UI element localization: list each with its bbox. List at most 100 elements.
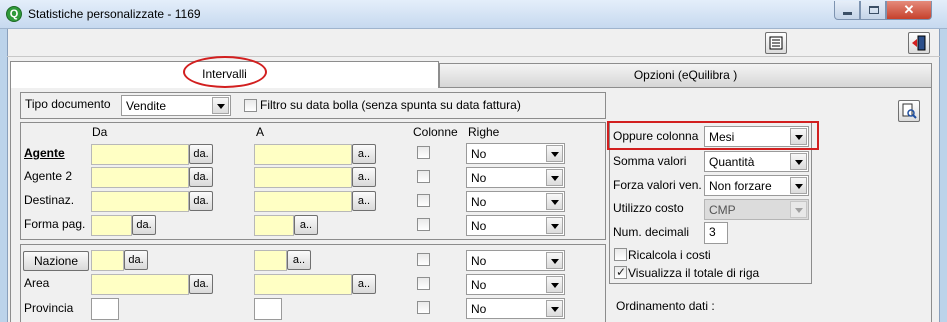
chevron-down-icon xyxy=(212,97,229,114)
destinaz-colonne-checkbox[interactable] xyxy=(417,194,430,207)
nazione-da-button[interactable]: da. xyxy=(124,250,148,270)
app-icon: Q xyxy=(6,6,22,22)
nazione-righe-value: No xyxy=(471,254,487,268)
area-da-field[interactable] xyxy=(91,274,189,295)
forma-pag-a-button[interactable]: a.. xyxy=(294,215,318,235)
destinaz-a-button[interactable]: a.. xyxy=(352,191,376,211)
forma-pag-da-field[interactable] xyxy=(91,215,132,236)
forza-valori-select[interactable]: Non forzare xyxy=(704,175,809,196)
area-label: Area xyxy=(24,276,50,290)
agente2-a-button[interactable]: a.. xyxy=(352,167,376,187)
agente2-da-field[interactable] xyxy=(91,167,189,188)
agente2-righe-select[interactable]: No xyxy=(466,167,565,188)
agente2-righe-value: No xyxy=(471,171,487,185)
forza-valori-value: Non forzare xyxy=(709,179,772,193)
chevron-down-icon xyxy=(790,201,807,218)
chevron-down-icon xyxy=(790,177,807,194)
provincia-label: Provincia xyxy=(24,301,74,315)
agente-da-field[interactable] xyxy=(91,144,189,165)
forza-valori-label: Forza valori ven. xyxy=(613,178,702,192)
utilizzo-costo-value: CMP xyxy=(709,203,736,217)
area-righe-select[interactable]: No xyxy=(466,274,565,295)
window-title: Statistiche personalizzate - 1169 xyxy=(28,7,201,21)
somma-valori-select[interactable]: Quantità xyxy=(704,151,809,172)
ricalcola-label: Ricalcola i costi xyxy=(628,248,711,262)
provincia-colonne-checkbox[interactable] xyxy=(417,301,430,314)
close-icon: ✕ xyxy=(903,2,915,17)
forma-pag-righe-value: No xyxy=(471,219,487,233)
minimize-icon xyxy=(843,12,852,15)
provincia-righe-value: No xyxy=(471,302,487,316)
chevron-down-icon xyxy=(546,300,563,317)
tipo-documento-select[interactable]: Vendite xyxy=(121,95,231,116)
destinaz-a-field[interactable] xyxy=(254,191,352,212)
provincia-da-field[interactable] xyxy=(91,298,119,320)
oppure-colonna-value: Mesi xyxy=(709,130,735,144)
destinaz-da-field[interactable] xyxy=(91,191,189,212)
num-decimali-field[interactable]: 3 xyxy=(704,222,728,244)
provincia-a-field[interactable] xyxy=(254,298,282,320)
document-search-button[interactable] xyxy=(898,100,920,122)
agente-righe-select[interactable]: No xyxy=(466,143,565,164)
tipo-documento-label: Tipo documento xyxy=(25,97,111,111)
maximize-button[interactable] xyxy=(860,1,886,20)
chevron-down-icon xyxy=(790,128,807,145)
minimize-button[interactable] xyxy=(834,1,860,20)
destinaz-label: Destinaz. xyxy=(24,193,75,207)
somma-valori-value: Quantità xyxy=(709,155,755,169)
nazione-righe-select[interactable]: No xyxy=(466,250,565,271)
chevron-down-icon xyxy=(546,217,563,234)
agente-a-field[interactable] xyxy=(254,144,352,165)
utilizzo-costo-select[interactable]: CMP xyxy=(704,199,809,220)
header-colonne: Colonne xyxy=(413,125,458,139)
exit-button[interactable] xyxy=(908,32,930,54)
forma-pag-label: Forma pag. xyxy=(24,217,86,231)
oppure-colonna-select[interactable]: Mesi xyxy=(704,126,809,147)
destinaz-righe-select[interactable]: No xyxy=(466,191,565,212)
list-icon xyxy=(769,36,783,50)
nazione-a-button[interactable]: a.. xyxy=(287,250,311,270)
tab-opzioni[interactable]: Opzioni (eQuilibra ) xyxy=(439,63,932,87)
nazione-button[interactable]: Nazione xyxy=(23,251,89,271)
visualizza-checkbox[interactable]: ✓ xyxy=(614,265,627,279)
agente-colonne-checkbox[interactable] xyxy=(417,146,430,159)
tipo-documento-value: Vendite xyxy=(126,99,167,113)
num-decimali-label: Num. decimali xyxy=(613,225,690,239)
agente-da-button[interactable]: da. xyxy=(189,144,213,164)
agente-a-button[interactable]: a.. xyxy=(352,144,376,164)
toolbar-divider xyxy=(7,56,940,57)
area-colonne-checkbox[interactable] xyxy=(417,277,430,290)
area-righe-value: No xyxy=(471,278,487,292)
agente-righe-value: No xyxy=(471,147,487,161)
agente2-colonne-checkbox[interactable] xyxy=(417,170,430,183)
agente2-a-field[interactable] xyxy=(254,167,352,188)
chevron-down-icon xyxy=(790,153,807,170)
chevron-down-icon xyxy=(546,276,563,293)
filtro-label: Filtro su data bolla (senza spunta su da… xyxy=(260,98,521,112)
nazione-a-field[interactable] xyxy=(254,250,287,271)
forma-pag-a-field[interactable] xyxy=(254,215,294,236)
agente2-da-button[interactable]: da. xyxy=(189,167,213,187)
document-search-icon xyxy=(902,103,917,119)
oppure-colonna-label: Oppure colonna xyxy=(613,129,699,143)
forma-pag-da-button[interactable]: da. xyxy=(132,215,156,235)
ricalcola-checkbox[interactable] xyxy=(614,248,627,261)
chevron-down-icon xyxy=(546,252,563,269)
utilizzo-costo-label: Utilizzo costo xyxy=(613,201,684,215)
forma-pag-righe-select[interactable]: No xyxy=(466,215,565,236)
forma-pag-colonne-checkbox[interactable] xyxy=(417,218,430,231)
destinaz-da-button[interactable]: da. xyxy=(189,191,213,211)
header-a: A xyxy=(256,125,265,139)
agente-label: Agente xyxy=(24,146,65,160)
area-a-field[interactable] xyxy=(254,274,352,295)
area-da-button[interactable]: da. xyxy=(189,274,213,294)
chevron-down-icon xyxy=(546,193,563,210)
filtro-checkbox[interactable] xyxy=(244,99,257,112)
nazione-colonne-checkbox[interactable] xyxy=(417,253,430,266)
area-a-button[interactable]: a.. xyxy=(352,274,376,294)
nazione-da-field[interactable] xyxy=(91,250,124,271)
close-button[interactable]: ✕ xyxy=(886,1,932,20)
menu-button[interactable] xyxy=(765,32,787,54)
provincia-righe-select[interactable]: No xyxy=(466,298,565,319)
destinaz-righe-value: No xyxy=(471,195,487,209)
